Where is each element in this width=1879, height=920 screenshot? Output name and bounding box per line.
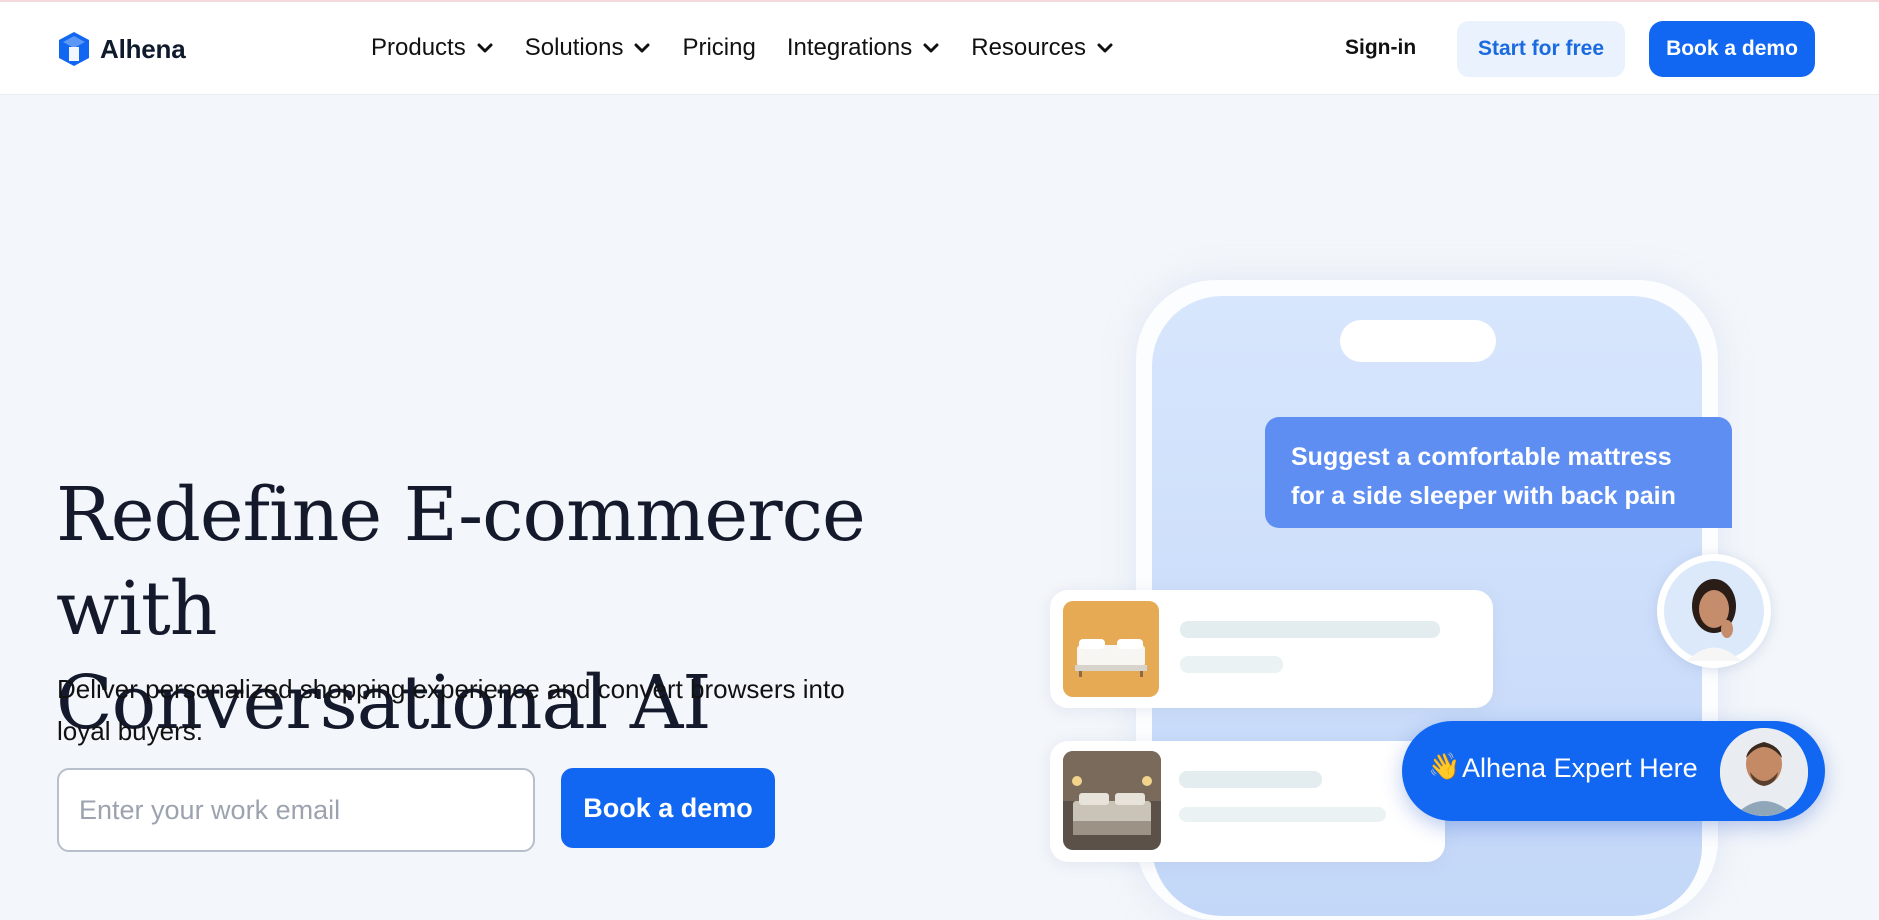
logo[interactable]: Alhena bbox=[56, 30, 186, 68]
woman-avatar-icon bbox=[1664, 561, 1764, 661]
phone-notch bbox=[1340, 320, 1496, 362]
hero-subtitle-line1: Deliver personalized shopping experience… bbox=[57, 674, 845, 704]
chat-bubble-line1: Suggest a comfortable mattress bbox=[1291, 443, 1672, 471]
site-header: Alhena Products Solutions Pricing Integr… bbox=[0, 2, 1879, 95]
work-email-input[interactable] bbox=[57, 768, 535, 852]
start-for-free-button[interactable]: Start for free bbox=[1457, 21, 1625, 77]
skeleton-line bbox=[1180, 656, 1283, 673]
nav-integrations[interactable]: Integrations bbox=[787, 34, 940, 62]
chevron-down-icon bbox=[477, 43, 493, 53]
chat-bubble: Suggest a comfortable mattress for a sid… bbox=[1265, 417, 1732, 528]
bedroom-product-image bbox=[1063, 751, 1161, 850]
nav-pricing[interactable]: Pricing bbox=[682, 34, 755, 62]
man-avatar-icon bbox=[1720, 728, 1808, 816]
nav-products-label: Products bbox=[371, 34, 466, 61]
nav-solutions-label: Solutions bbox=[524, 34, 624, 61]
chevron-down-icon bbox=[1097, 43, 1113, 53]
hero-title-line1: Redefine E-commerce with bbox=[56, 472, 866, 652]
hero-subtitle-line2: loyal buyers. bbox=[57, 716, 203, 746]
nav-products[interactable]: Products bbox=[371, 34, 494, 62]
skeleton-line bbox=[1179, 771, 1322, 788]
alhena-logo-icon bbox=[59, 32, 89, 66]
signin-link[interactable]: Sign-in bbox=[1345, 36, 1416, 60]
logo-text: Alhena bbox=[100, 33, 186, 64]
book-demo-hero-button[interactable]: Book a demo bbox=[561, 768, 775, 848]
bed-product-image bbox=[1063, 601, 1159, 697]
customer-avatar bbox=[1657, 554, 1771, 668]
chevron-down-icon bbox=[923, 43, 939, 53]
chevron-down-icon bbox=[634, 43, 650, 53]
skeleton-line bbox=[1179, 807, 1386, 822]
expert-avatar bbox=[1720, 728, 1808, 816]
nav-resources-label: Resources bbox=[971, 34, 1086, 61]
waving-hand-icon: 👋 bbox=[1428, 751, 1461, 781]
hero-subtitle: Deliver personalized shopping experience… bbox=[57, 668, 957, 752]
nav-pricing-label: Pricing bbox=[682, 34, 756, 61]
expert-chat-label: Alhena Expert Here bbox=[1462, 753, 1698, 783]
bed-image-icon bbox=[1063, 601, 1159, 697]
chat-bubble-line2: for a side sleeper with back pain bbox=[1291, 482, 1676, 510]
bedroom-image-icon bbox=[1063, 751, 1161, 850]
nav-integrations-label: Integrations bbox=[786, 34, 913, 61]
nav-solutions[interactable]: Solutions bbox=[525, 34, 652, 62]
product-card[interactable] bbox=[1050, 741, 1445, 862]
book-demo-header-button[interactable]: Book a demo bbox=[1649, 21, 1815, 77]
skeleton-line bbox=[1180, 621, 1440, 638]
expert-chat-launcher[interactable]: 👋 Alhena Expert Here bbox=[1402, 721, 1825, 821]
main-nav: Products Solutions Pricing Integrations … bbox=[371, 34, 1145, 62]
product-card[interactable] bbox=[1050, 590, 1493, 708]
nav-resources[interactable]: Resources bbox=[971, 34, 1114, 62]
